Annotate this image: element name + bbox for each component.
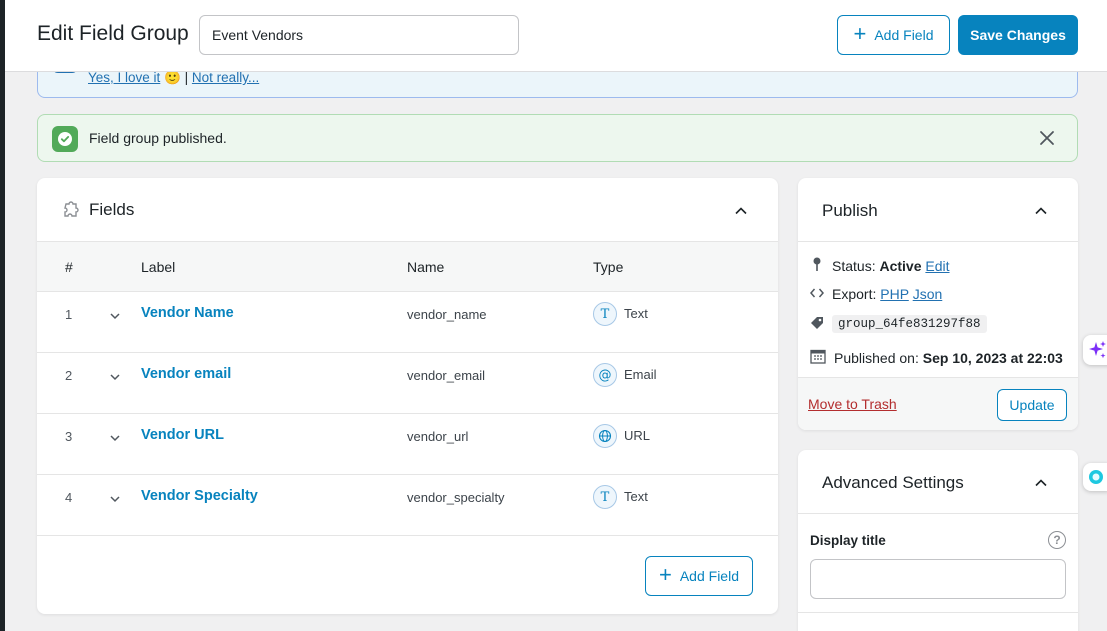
field-label-link[interactable]: Vendor Name bbox=[141, 305, 234, 321]
publish-title: Publish bbox=[822, 201, 878, 220]
page-header: Edit Field Group + Add Field Save Change… bbox=[5, 0, 1107, 72]
field-type: Email bbox=[624, 367, 657, 382]
field-type: Text bbox=[624, 489, 648, 504]
advanced-settings-title: Advanced Settings bbox=[822, 473, 964, 492]
tag-icon bbox=[810, 316, 824, 333]
admin-sidebar-edge bbox=[0, 0, 5, 631]
update-button[interactable]: Update bbox=[997, 389, 1067, 421]
email-type-icon: @ bbox=[593, 363, 617, 387]
save-changes-button[interactable]: Save Changes bbox=[958, 15, 1078, 55]
field-number: 3 bbox=[65, 429, 73, 444]
close-icon[interactable] bbox=[1037, 128, 1057, 148]
field-label-link[interactable]: Vendor URL bbox=[141, 427, 224, 443]
text-type-icon: T bbox=[593, 485, 617, 509]
fields-panel: Fields # Label Name Type 1 Vendor Name v… bbox=[37, 178, 778, 614]
ai-sparkle-icon[interactable] bbox=[1083, 335, 1107, 365]
divider bbox=[798, 612, 1078, 613]
export-json-link[interactable]: Json bbox=[913, 286, 943, 302]
plus-icon: + bbox=[658, 562, 672, 587]
field-name: vendor_url bbox=[407, 429, 469, 444]
fields-table-header: # Label Name Type bbox=[37, 242, 778, 292]
status-label: Status: bbox=[832, 257, 876, 274]
field-name: vendor_specialty bbox=[407, 490, 505, 505]
publish-panel-header[interactable]: Publish bbox=[798, 178, 1078, 242]
published-value: Sep 10, 2023 at 22:03 bbox=[922, 349, 1063, 366]
display-title-label: Display title bbox=[810, 533, 886, 548]
group-key: group_64fe831297f88 bbox=[832, 315, 987, 333]
success-message: Field group published. bbox=[89, 130, 227, 146]
assistant-orb-icon[interactable] bbox=[1083, 463, 1107, 491]
add-field-header-button[interactable]: + Add Field bbox=[837, 15, 950, 55]
globe-type-icon bbox=[593, 424, 617, 448]
field-number: 1 bbox=[65, 307, 73, 322]
published-label: Published on: bbox=[834, 349, 919, 366]
feedback-links: Yes, I love it 🙂 | Not really... bbox=[88, 70, 259, 86]
chevron-down-icon[interactable] bbox=[109, 371, 121, 386]
puzzle-icon bbox=[61, 200, 81, 225]
check-icon bbox=[52, 126, 78, 152]
export-php-link[interactable]: PHP bbox=[880, 286, 909, 302]
publish-panel: Publish Status: Active Edit Export: PHP … bbox=[798, 178, 1078, 430]
add-field-label: Add Field bbox=[679, 568, 739, 584]
field-name: vendor_email bbox=[407, 368, 486, 383]
publish-footer: Move to Trash Update bbox=[798, 377, 1078, 430]
field-label-link[interactable]: Vendor Specialty bbox=[141, 488, 258, 504]
add-field-header-label: Add Field bbox=[874, 27, 934, 43]
field-row[interactable]: 1 Vendor Name vendor_name T Text bbox=[37, 292, 778, 353]
field-row[interactable]: 4 Vendor Specialty vendor_specialty T Te… bbox=[37, 475, 778, 536]
field-type: Text bbox=[624, 306, 648, 321]
save-changes-label: Save Changes bbox=[970, 27, 1066, 43]
chevron-up-icon[interactable] bbox=[734, 204, 748, 218]
move-to-trash-link[interactable]: Move to Trash bbox=[808, 396, 897, 412]
export-label: Export: bbox=[832, 286, 877, 302]
published-line: Published on: Sep 10, 2023 at 22:03 bbox=[810, 348, 1063, 367]
add-field-button[interactable]: + Add Field bbox=[645, 556, 753, 596]
code-icon bbox=[810, 286, 824, 302]
status-line: Status: Active Edit bbox=[810, 256, 950, 275]
field-label-link[interactable]: Vendor email bbox=[141, 366, 231, 382]
chevron-down-icon[interactable] bbox=[109, 432, 121, 447]
col-label: Label bbox=[141, 259, 176, 275]
chevron-up-icon[interactable] bbox=[1034, 476, 1048, 490]
field-row[interactable]: 2 Vendor email vendor_email @ Email bbox=[37, 353, 778, 414]
fields-panel-header[interactable]: Fields bbox=[37, 178, 778, 242]
status-edit-link[interactable]: Edit bbox=[925, 258, 949, 274]
display-title-input[interactable] bbox=[810, 559, 1066, 599]
key-line: group_64fe831297f88 bbox=[810, 315, 987, 333]
field-group-title-input[interactable] bbox=[199, 15, 519, 55]
col-name: Name bbox=[407, 259, 445, 275]
feedback-no-link[interactable]: Not really... bbox=[192, 70, 259, 85]
col-type: Type bbox=[593, 259, 624, 275]
page-title: Edit Field Group bbox=[37, 22, 189, 45]
feedback-yes-link[interactable]: Yes, I love it bbox=[88, 70, 160, 85]
advanced-settings-header[interactable]: Advanced Settings bbox=[798, 450, 1078, 514]
field-number: 2 bbox=[65, 368, 73, 383]
help-icon[interactable]: ? bbox=[1048, 531, 1066, 549]
col-number: # bbox=[65, 259, 73, 275]
smile-emoji-icon: 🙂 bbox=[164, 70, 181, 85]
field-number: 4 bbox=[65, 490, 73, 505]
status-value: Active bbox=[879, 257, 922, 274]
success-notice: Field group published. bbox=[37, 114, 1078, 162]
fields-panel-title: Fields bbox=[89, 200, 135, 219]
chevron-down-icon[interactable] bbox=[109, 310, 121, 325]
field-type: URL bbox=[624, 428, 651, 443]
chevron-up-icon[interactable] bbox=[1034, 204, 1048, 218]
pin-icon bbox=[810, 256, 824, 275]
chevron-down-icon[interactable] bbox=[109, 493, 121, 508]
text-type-icon: T bbox=[593, 302, 617, 326]
advanced-settings-panel: Advanced Settings Display title ? bbox=[798, 450, 1078, 631]
field-row[interactable]: 3 Vendor URL vendor_url URL bbox=[37, 414, 778, 475]
calendar-icon bbox=[810, 348, 826, 367]
export-line: Export: PHP Json bbox=[810, 286, 942, 302]
field-name: vendor_name bbox=[407, 307, 487, 322]
plus-icon: + bbox=[853, 21, 867, 46]
feedback-separator: | bbox=[184, 70, 189, 85]
